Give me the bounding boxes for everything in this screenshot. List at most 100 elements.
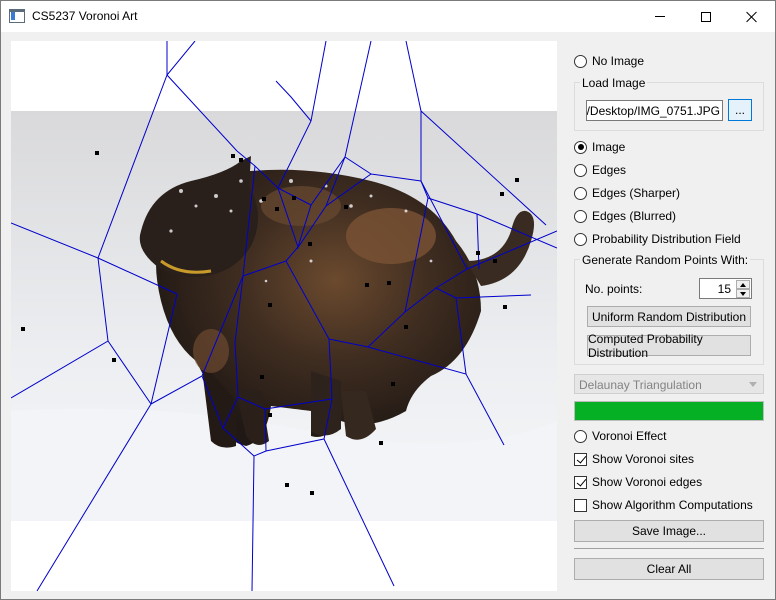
- view-radio-edges-sharper[interactable]: Edges (Sharper): [574, 184, 764, 202]
- view-label-edges: Edges: [592, 163, 627, 177]
- points-count-value: 15: [717, 282, 731, 296]
- voronoi-site: [285, 483, 289, 487]
- view-radio-edges[interactable]: Edges: [574, 161, 764, 179]
- voronoi-site: [379, 441, 383, 445]
- spin-down-button[interactable]: [736, 289, 750, 298]
- view-radio-image-indicator: [574, 140, 587, 154]
- no-image-radio[interactable]: No Image: [574, 52, 764, 70]
- voronoi-site: [493, 259, 497, 263]
- close-button[interactable]: [729, 1, 775, 32]
- view-radio-probability-field[interactable]: Probability Distribution Field: [574, 230, 764, 248]
- voronoi-edge: [420, 109, 547, 226]
- arrow-down-icon: [740, 291, 746, 296]
- minimize-icon: [655, 16, 665, 17]
- voronoi-site: [268, 413, 272, 417]
- voronoi-site: [391, 382, 395, 386]
- maximize-button[interactable]: [683, 1, 729, 32]
- progress-fill: [575, 402, 763, 420]
- voronoi-edge: [285, 260, 330, 340]
- voronoi-site: [515, 178, 519, 182]
- voronoi-site: [500, 192, 504, 196]
- show-sites-checkbox-indicator: [574, 452, 587, 466]
- view-radio-image[interactable]: Image: [574, 138, 764, 156]
- app-icon: [9, 9, 25, 23]
- app-window: CS5237 Voronoi Art No Image Load Image h…: [0, 0, 776, 600]
- voronoi-site: [262, 197, 266, 201]
- show-sites-label: Show Voronoi sites: [592, 452, 695, 466]
- show-computations-label: Show Algorithm Computations: [592, 498, 753, 512]
- voronoi-site: [292, 196, 296, 200]
- show-edges-checkbox[interactable]: Show Voronoi edges: [574, 473, 764, 491]
- voronoi-edge: [150, 293, 178, 405]
- uniform-distribution-button[interactable]: Uniform Random Distribution: [587, 306, 751, 327]
- view-radio-edges-indicator: [574, 163, 587, 177]
- image-canvas[interactable]: [11, 41, 557, 591]
- title-bar[interactable]: CS5237 Voronoi Art: [1, 1, 775, 32]
- points-count-spinbox[interactable]: 15: [699, 278, 752, 299]
- voronoi-edge: [11, 222, 178, 295]
- no-image-label: No Image: [592, 54, 645, 68]
- control-panel: No Image Load Image ha/Desktop/IMG_0751.…: [567, 41, 767, 591]
- voronoi-edge: [251, 455, 255, 591]
- voronoi-effect-label: Voronoi Effect: [592, 429, 667, 443]
- view-label-probability-field: Probability Distribution Field: [592, 232, 741, 246]
- view-radio-edges-blurred[interactable]: Edges (Blurred): [574, 207, 764, 225]
- algorithm-combo[interactable]: Delaunay Triangulation: [574, 374, 764, 394]
- no-image-radio-indicator: [574, 54, 587, 68]
- voronoi-edge: [275, 80, 312, 122]
- window-title: CS5237 Voronoi Art: [32, 9, 138, 23]
- voronoi-edge: [344, 41, 372, 158]
- voronoi-edge: [264, 398, 333, 440]
- minimize-button[interactable]: [637, 1, 683, 32]
- voronoi-edge: [420, 180, 468, 270]
- arrow-up-icon: [740, 282, 746, 287]
- voronoi-site: [387, 281, 391, 285]
- image-path-input[interactable]: ha/Desktop/IMG_0751.JPG: [586, 100, 723, 121]
- voronoi-sites: [21, 151, 519, 495]
- algorithm-combo-value: Delaunay Triangulation: [579, 378, 702, 392]
- voronoi-edge: [11, 257, 109, 399]
- voronoi-site: [476, 251, 480, 255]
- show-computations-checkbox-indicator: [574, 498, 587, 512]
- view-radio-probability-field-indicator: [574, 232, 587, 246]
- progress-bar: [574, 401, 764, 421]
- show-computations-checkbox[interactable]: Show Algorithm Computations: [574, 496, 764, 514]
- voronoi-edge: [222, 396, 267, 457]
- voronoi-site: [112, 358, 116, 362]
- voronoi-edge: [201, 275, 244, 430]
- voronoi-site: [260, 375, 264, 379]
- chevron-down-icon: [749, 382, 757, 387]
- show-edges-checkbox-indicator: [574, 475, 587, 489]
- points-count-label: No. points:: [585, 282, 643, 296]
- voronoi-edge: [166, 41, 238, 152]
- computed-distribution-button[interactable]: Computed Probability Distribution: [587, 332, 751, 360]
- clear-all-button[interactable]: Clear All: [574, 558, 764, 580]
- browse-button[interactable]: ...: [728, 99, 752, 121]
- voronoi-site: [239, 158, 243, 162]
- show-sites-checkbox[interactable]: Show Voronoi sites: [574, 450, 764, 468]
- voronoi-edge: [404, 180, 429, 313]
- voronoi-site: [310, 491, 314, 495]
- image-path-value: ha/Desktop/IMG_0751.JPG: [586, 104, 720, 118]
- voronoi-edge: [97, 41, 196, 259]
- maximize-icon: [701, 11, 711, 22]
- close-icon: [746, 11, 758, 23]
- voronoi-site: [404, 325, 408, 329]
- voronoi-edge: [36, 340, 152, 591]
- voronoi-site: [503, 305, 507, 309]
- voronoi-site: [275, 207, 279, 211]
- voronoi-effect-radio-indicator: [574, 429, 587, 443]
- voronoi-effect-radio[interactable]: Voronoi Effect: [574, 427, 764, 445]
- voronoi-site: [21, 327, 25, 331]
- spin-up-button[interactable]: [736, 280, 750, 289]
- voronoi-site: [95, 151, 99, 155]
- generate-points-group-title: Generate Random Points With:: [580, 253, 751, 267]
- voronoi-site: [344, 205, 348, 209]
- view-radio-edges-blurred-indicator: [574, 209, 587, 223]
- voronoi-edge: [277, 41, 327, 189]
- voronoi-site: [308, 242, 312, 246]
- voronoi-edge: [325, 156, 372, 207]
- voronoi-edge: [242, 165, 287, 277]
- view-label-edges-blurred: Edges (Blurred): [592, 209, 677, 223]
- save-image-button[interactable]: Save Image...: [574, 520, 764, 542]
